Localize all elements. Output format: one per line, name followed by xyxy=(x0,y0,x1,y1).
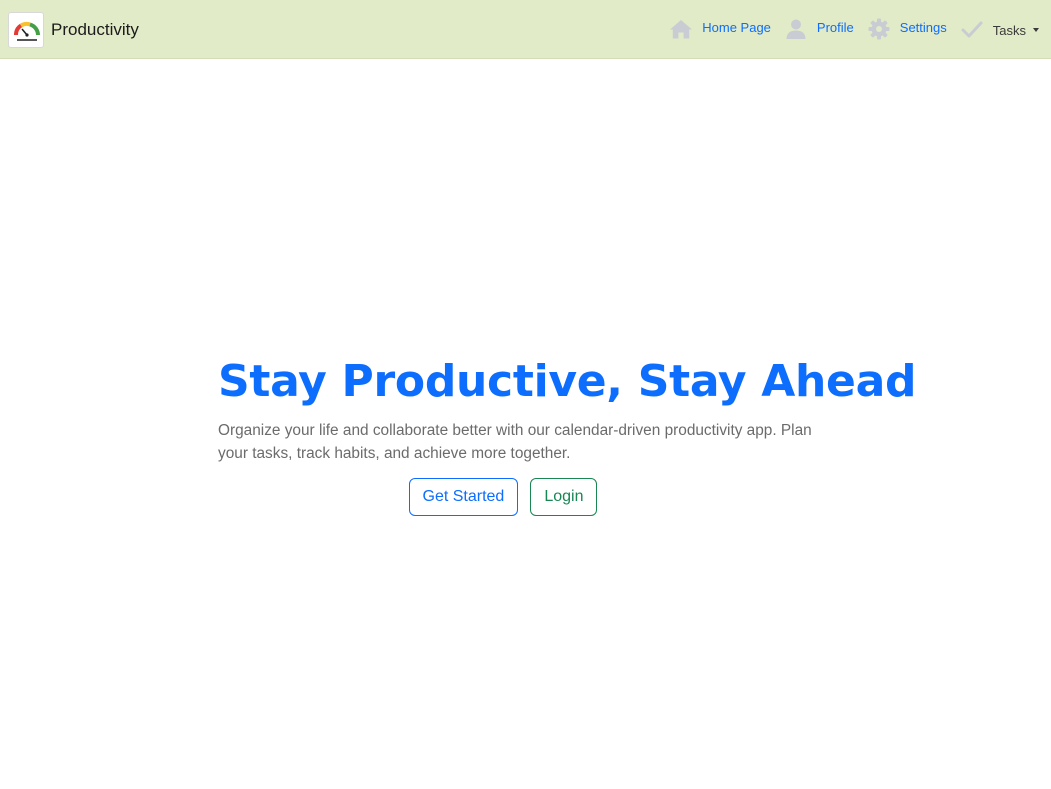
get-started-button[interactable]: Get Started xyxy=(408,478,519,516)
caret-down-icon xyxy=(1033,28,1039,32)
brand-link[interactable]: Productivity xyxy=(8,11,139,48)
check-icon xyxy=(959,16,985,42)
user-icon xyxy=(783,16,809,42)
hero-description: Organize your life and collaborate bette… xyxy=(218,422,812,462)
speedometer-logo-icon xyxy=(8,11,44,48)
hero-title: Stay Productive, Stay Ahead xyxy=(218,356,917,407)
nav-links: Home Page Profile Settings Tasks xyxy=(668,12,1039,46)
nav-settings[interactable]: Settings xyxy=(866,16,947,42)
nav-tasks-label: Tasks xyxy=(992,22,1026,38)
home-icon xyxy=(668,16,694,42)
top-navbar: Productivity Home Page Profile Settings … xyxy=(0,0,1051,59)
login-button[interactable]: Login xyxy=(530,478,598,516)
gear-icon xyxy=(866,16,892,42)
nav-home-page-label: Home Page xyxy=(702,19,771,35)
hero-buttons: Get Started Login xyxy=(218,478,818,516)
nav-settings-label: Settings xyxy=(899,19,947,35)
nav-profile-label: Profile xyxy=(816,19,854,35)
brand-name: Productivity xyxy=(51,19,139,39)
nav-profile[interactable]: Profile xyxy=(783,16,854,42)
nav-home-page[interactable]: Home Page xyxy=(668,16,771,42)
hero-section: Stay Productive, Stay Ahead Organize you… xyxy=(218,350,917,516)
nav-tasks-dropdown[interactable]: Tasks xyxy=(959,16,1039,42)
